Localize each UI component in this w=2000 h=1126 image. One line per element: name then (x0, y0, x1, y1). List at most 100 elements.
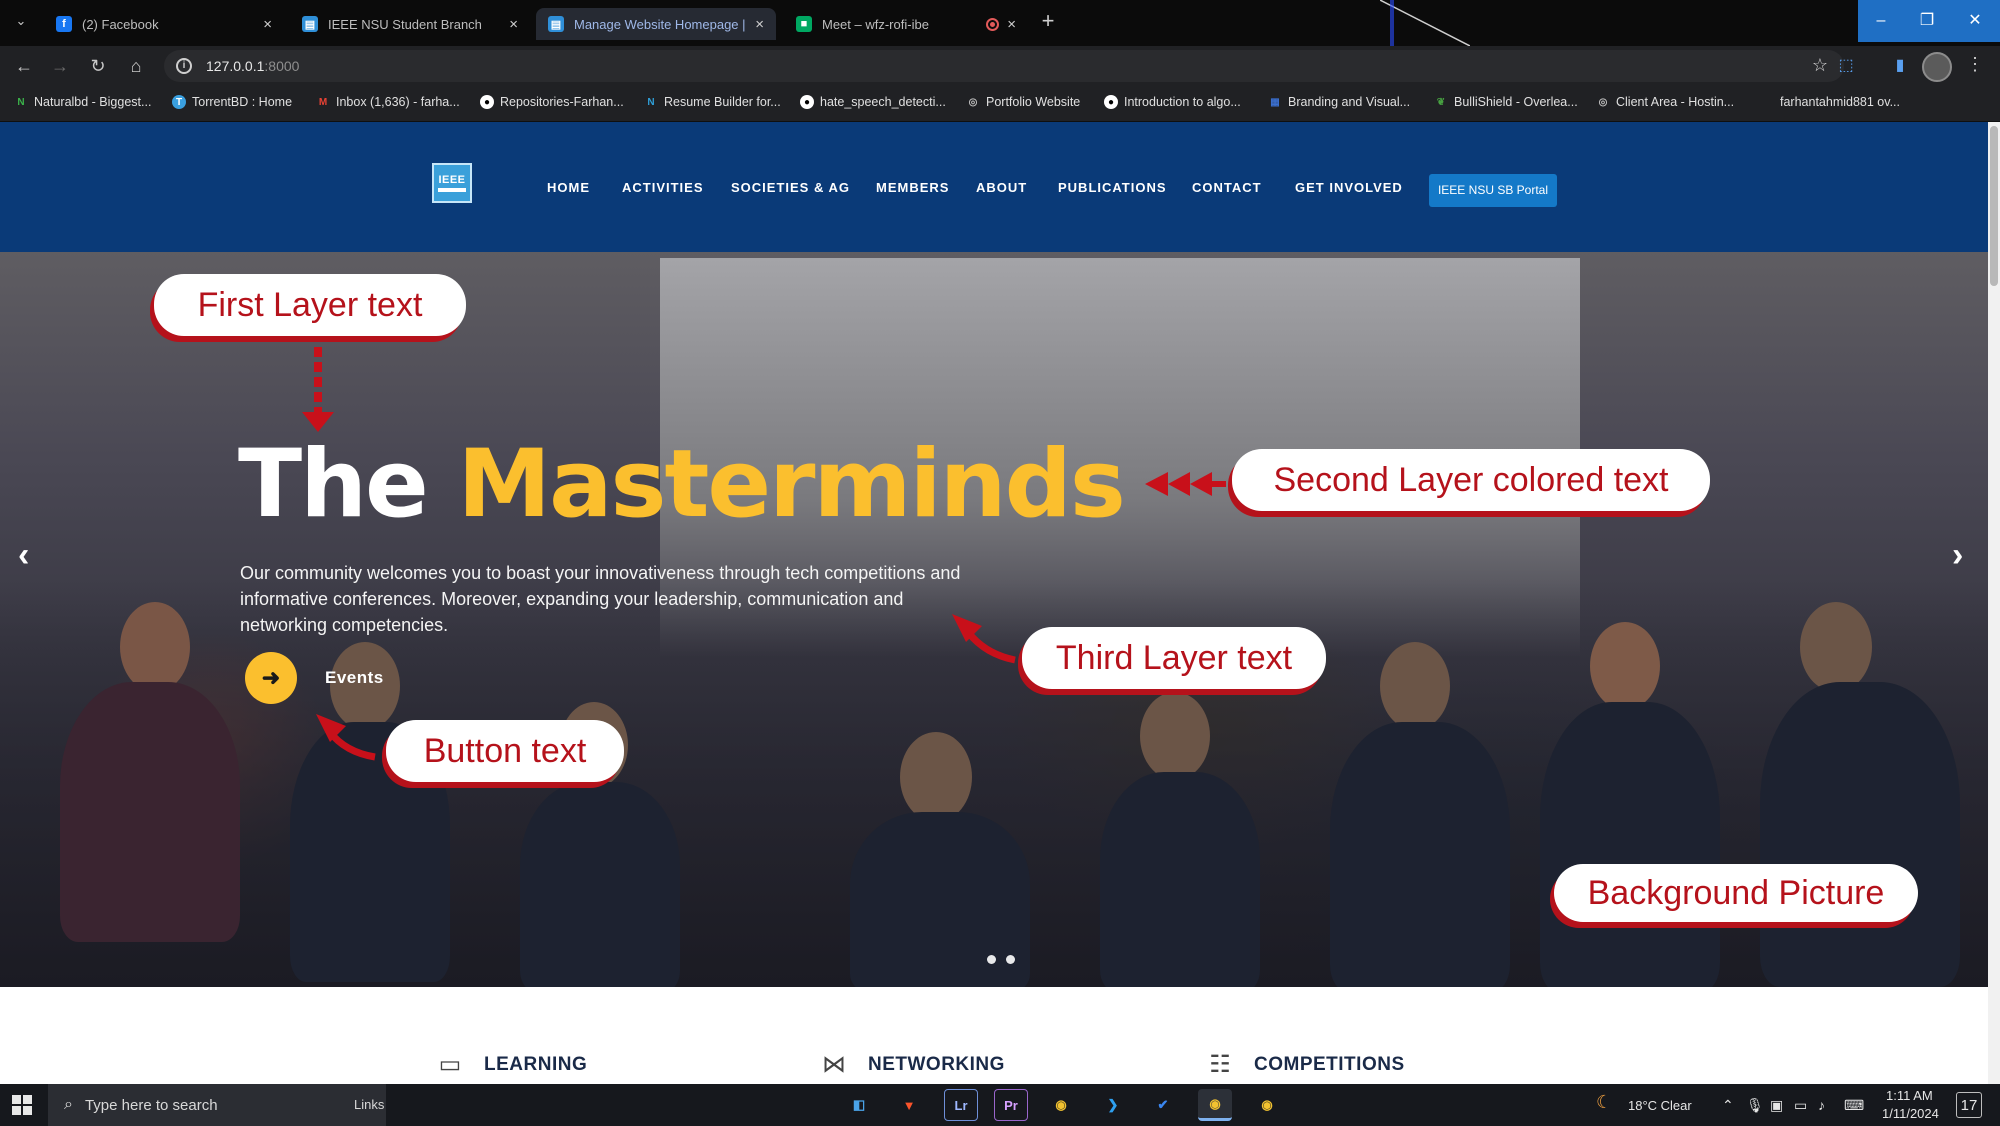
brave-browser-icon[interactable]: ▼ (892, 1089, 926, 1121)
search-placeholder: Type here to search (84, 1096, 218, 1114)
url-port: :8000 (264, 58, 300, 74)
chevron-up-icon[interactable]: ⌃ (1722, 1097, 1734, 1114)
bookmark-star-icon[interactable]: ☆ (1812, 55, 1828, 76)
nav-home[interactable]: HOME (547, 180, 590, 195)
tab-search-icon[interactable]: ⌄ (10, 10, 32, 32)
nav-activities[interactable]: ACTIVITIES (622, 180, 704, 195)
lightroom-icon[interactable]: Lr (944, 1089, 978, 1121)
feature-networking: ⋈ NETWORKING (814, 1050, 1005, 1080)
more-menu-icon[interactable]: ⋮ (1966, 54, 1984, 75)
bookmark-item[interactable]: ● hate_speech_detecti... (800, 95, 946, 109)
hero-carousel: ‹ › The Masterminds Our community welcom… (0, 252, 1988, 987)
keyboard-icon[interactable]: ⌨ (1844, 1097, 1864, 1114)
nav-members[interactable]: MEMBERS (876, 180, 949, 195)
clock-date[interactable]: 1/11/2024 (1882, 1106, 1939, 1121)
bookmark-item[interactable]: ● Repositories-Farhan... (480, 95, 624, 109)
clock-time[interactable]: 1:11 AM (1886, 1088, 1933, 1103)
tab-ieee-nsu[interactable]: ▤ IEEE NSU Student Branch × (290, 8, 530, 40)
bookmark-item[interactable]: ◎ Client Area - Hostin... (1596, 95, 1734, 109)
tab-google-meet[interactable]: ■ Meet – wfz-rofi-ibe × (784, 8, 1028, 40)
close-icon[interactable]: × (755, 16, 764, 33)
bookmark-item[interactable]: N Resume Builder for... (644, 95, 780, 109)
volume-icon[interactable]: ♪ (1818, 1097, 1825, 1113)
ieee-favicon-icon: ▦ (1270, 96, 1280, 108)
bookmark-label: hate_speech_detecti... (820, 95, 946, 109)
chrome-profile-icon[interactable]: ◉ (1250, 1089, 1284, 1121)
google-meet-icon: ■ (796, 16, 812, 32)
tab-manage-homepage[interactable]: ▤ Manage Website Homepage | I × (536, 8, 776, 40)
overleaf-icon: ❦ (1436, 96, 1446, 108)
bookmark-item[interactable]: T TorrentBD : Home (172, 95, 292, 109)
file-explorer-icon[interactable]: ◧ (842, 1089, 876, 1121)
decorative-streak (1390, 0, 1394, 46)
bookmark-item[interactable]: farhantahmid881 ov... (1780, 95, 1900, 109)
bookmark-item[interactable]: N Naturalbd - Biggest... (14, 95, 151, 109)
annotation-first-layer: First Layer text (154, 274, 466, 336)
bookmark-item[interactable]: ◎ Portfolio Website (966, 95, 1081, 109)
taskbar-search-input[interactable]: ⌕ Type here to search (48, 1084, 386, 1126)
windows-taskbar: ⌕ Type here to search Links ◧ ▼ Lr Pr ◉ … (0, 1084, 2000, 1126)
laptop-icon: ▭ (438, 1051, 462, 1078)
bookmark-item[interactable]: ● Introduction to algo... (1104, 95, 1241, 109)
notifications-icon[interactable]: 17 (1956, 1092, 1982, 1118)
chrome-active-icon[interactable]: ◉ (1198, 1089, 1232, 1121)
github-icon: ● (480, 95, 494, 109)
back-icon[interactable]: ← (12, 54, 36, 78)
globe-icon: ◎ (1598, 96, 1608, 108)
tab-title: Manage Website Homepage | I (574, 16, 748, 32)
nav-about[interactable]: ABOUT (976, 180, 1027, 195)
nav-societies-ag[interactable]: SOCIETIES & AG (731, 180, 850, 195)
page-scrollbar[interactable] (1988, 122, 2000, 1084)
portal-button[interactable]: IEEE NSU SB Portal (1429, 174, 1557, 207)
search-icon: ⌕ (64, 1096, 73, 1113)
meet-tray-icon[interactable]: ▣ (1770, 1097, 1783, 1114)
new-tab-button[interactable]: + (1036, 10, 1060, 34)
bookmark-item[interactable]: ❦ BulliShield - Overlea... (1434, 95, 1578, 109)
github-icon: ● (1104, 95, 1118, 109)
tab-title: IEEE NSU Student Branch (328, 16, 482, 32)
annotation-second-layer: Second Layer colored text (1232, 449, 1710, 511)
side-panel-icon[interactable]: ▮ (1888, 54, 1912, 78)
feature-learning: ▭ LEARNING (430, 1050, 587, 1080)
close-icon[interactable]: × (509, 16, 518, 33)
extensions-icon[interactable]: ⬚ (1834, 54, 1858, 78)
feature-label: COMPETITIONS (1254, 1054, 1405, 1075)
close-icon[interactable]: × (263, 16, 272, 33)
site-info-icon[interactable]: i (176, 58, 192, 74)
people-icon: ☷ (1209, 1051, 1231, 1078)
bookmark-item[interactable]: ▦ Branding and Visual... (1268, 95, 1410, 109)
ieee-logo[interactable]: IEEE (432, 163, 472, 203)
scrollbar-thumb[interactable] (1990, 126, 1998, 286)
links-toolbar-label[interactable]: Links (354, 1097, 384, 1112)
reload-icon[interactable]: ↻ (86, 54, 110, 78)
nav-publications[interactable]: PUBLICATIONS (1058, 180, 1167, 195)
github-icon: ● (800, 95, 814, 109)
gmail-icon: M (318, 96, 328, 108)
profile-avatar[interactable] (1922, 52, 1952, 82)
bookmark-item[interactable]: M Inbox (1,636) - farha... (316, 95, 460, 109)
bookmark-label: Repositories-Farhan... (500, 95, 624, 109)
bookmark-label: Client Area - Hostin... (1616, 95, 1735, 109)
minimize-button[interactable]: – (1858, 0, 1904, 42)
globe-icon: ◎ (968, 96, 978, 108)
tab-title: Meet – wfz-rofi-ibe (822, 16, 929, 32)
address-bar[interactable]: i 127.0.0.1 :8000 ☆ (164, 50, 1844, 82)
nav-contact[interactable]: CONTACT (1192, 180, 1262, 195)
close-window-button[interactable]: ✕ (1950, 0, 2000, 42)
restore-button[interactable]: ❐ (1904, 0, 1950, 42)
windows-start-icon[interactable] (12, 1095, 32, 1115)
chrome-icon[interactable]: ◉ (1044, 1089, 1078, 1121)
todo-icon[interactable]: ✔ (1146, 1089, 1180, 1121)
tab-facebook[interactable]: f (2) Facebook × (44, 8, 284, 40)
forward-icon[interactable]: → (48, 54, 72, 78)
premiere-pro-icon[interactable]: Pr (994, 1089, 1028, 1121)
network-tray-icon[interactable]: ▭ (1794, 1097, 1807, 1114)
microphone-icon[interactable]: 🎙 (1746, 1097, 1764, 1114)
vscode-icon[interactable]: ❯ (1096, 1089, 1130, 1121)
bookmark-label: Portfolio Website (986, 95, 1081, 109)
close-icon[interactable]: × (1007, 16, 1016, 33)
nav-get-involved[interactable]: GET INVOLVED (1295, 180, 1403, 195)
home-icon[interactable]: ⌂ (124, 54, 148, 78)
weather-text[interactable]: 18°C Clear (1628, 1098, 1692, 1113)
bookmark-label: BulliShield - Overlea... (1454, 95, 1578, 109)
